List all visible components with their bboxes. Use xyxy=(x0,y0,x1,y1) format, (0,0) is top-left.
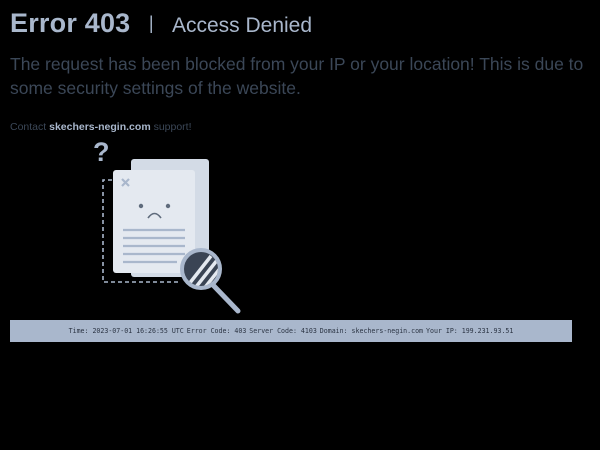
error-code-detail: Error Code: 403 xyxy=(186,327,247,335)
contact-prefix: Contact xyxy=(10,121,47,133)
access-denied-illustration: ? xyxy=(85,134,255,319)
server-code-detail: Server Code: 4103 xyxy=(249,327,317,335)
error-title: Access Denied xyxy=(171,14,313,37)
contact-suffix: support! xyxy=(153,121,192,133)
error-details-bar: Time: 2023-07-01 16:26:55 UTC Error Code… xyxy=(10,320,572,342)
domain-detail: Domain: skechers-negin.com xyxy=(319,327,424,335)
block-message: The request has been blocked from your I… xyxy=(10,54,584,98)
magnifier-icon xyxy=(180,248,241,314)
timestamp: Time: 2023-07-01 16:26:55 UTC xyxy=(68,327,184,335)
header-separator: | xyxy=(148,13,154,33)
svg-text:?: ? xyxy=(93,137,110,167)
contact-domain: skechers-negin.com xyxy=(49,121,151,133)
ip-detail: Your IP: 199.231.93.51 xyxy=(426,327,514,335)
error-code-heading: Error 403 xyxy=(10,8,131,38)
contact-line: Contact skechers-negin.com support! xyxy=(10,121,192,133)
page-header: Error 403 | Access Denied xyxy=(10,6,312,45)
question-mark-icon: ? xyxy=(93,137,110,167)
